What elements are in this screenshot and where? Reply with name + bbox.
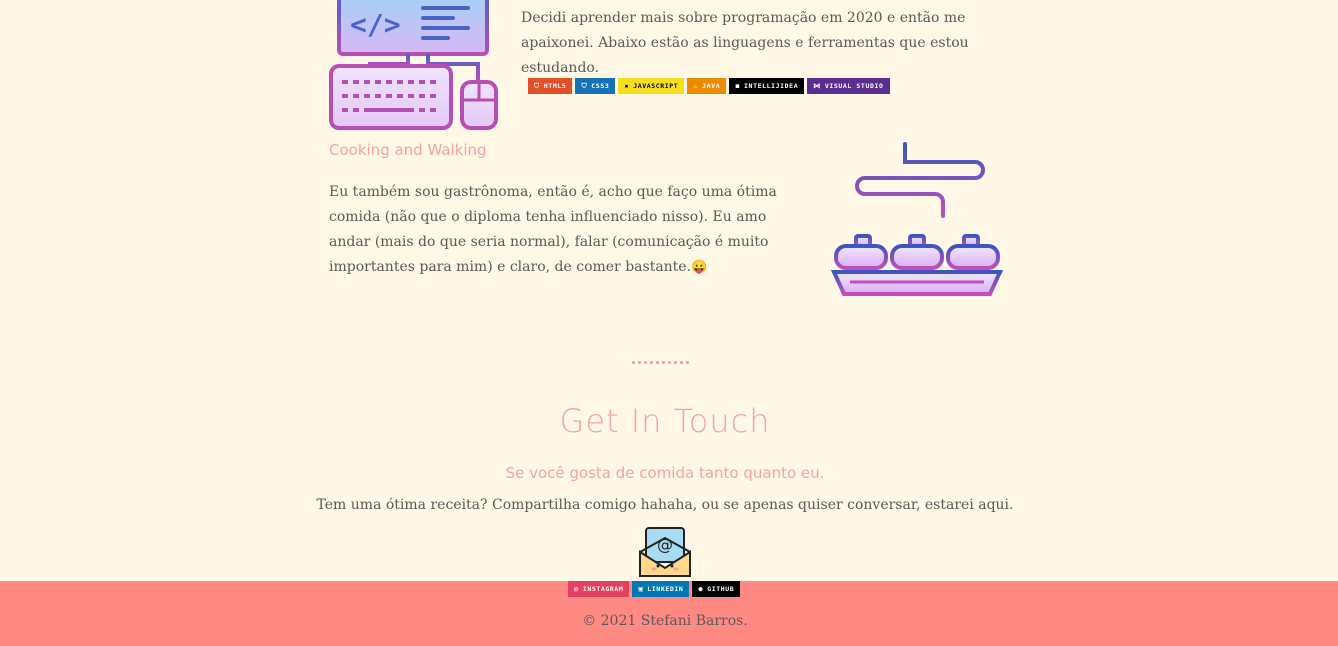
badge-visual-studio[interactable]: ⋈ VISUAL STUDIO [807,78,890,94]
footer: ◎ INSTAGRAM ▣ LINKEDIN ● GITHUB © 2021 S… [0,581,1338,646]
tech-badges: ⛉ HTML5 ⛉ CSS3 ▪ JAVASCRIPT ♨ JAVA ◼ INT… [528,78,890,94]
badge-label: JAVA [702,82,721,90]
contact-title: Get In Touch [559,402,771,440]
linkedin-icon: ▣ [638,584,644,593]
badge-github[interactable]: ● GITHUB [692,581,741,597]
javascript-icon: ▪ [624,81,630,90]
food-platter-illustration-icon [830,142,1004,296]
badge-css3[interactable]: ⛉ CSS3 [575,78,616,94]
badge-label: GITHUB [707,585,735,593]
badge-html5[interactable]: ⛉ HTML5 [528,78,573,94]
github-icon: ● [698,584,704,593]
html5-icon: ⛉ [534,81,540,90]
envelope-icon[interactable]: @ [638,526,692,580]
badge-label: INTELLIJIDEA [744,82,799,90]
contact-paragraph: Tem uma ótima receita? Compartilha comig… [316,497,1014,513]
cooking-text: Eu também sou gastrônoma, então é, acho … [329,184,777,275]
instagram-icon: ◎ [574,584,579,593]
computer-illustration-icon: </> [329,0,498,130]
visual-studio-icon: ⋈ [813,81,821,90]
badge-label: CSS3 [591,82,610,90]
badge-label: JAVASCRIPT [633,82,679,90]
css3-icon: ⛉ [581,81,588,90]
programming-paragraph: Decidi aprender mais sobre programação e… [521,10,969,76]
badge-label: VISUAL STUDIO [824,82,884,90]
copyright: © 2021 Stefani Barros. [582,613,748,629]
social-badges: ◎ INSTAGRAM ▣ LINKEDIN ● GITHUB [568,581,741,597]
badge-intellij[interactable]: ◼ INTELLIJIDEA [729,78,805,94]
section-divider [632,361,689,364]
badge-label: INSTAGRAM [582,585,624,593]
badge-label: LINKEDIN [647,585,684,593]
badge-label: HTML5 [543,82,567,90]
badge-javascript[interactable]: ▪ JAVASCRIPT [618,78,685,94]
badge-java[interactable]: ♨ JAVA [687,78,727,94]
cooking-paragraph: Eu também sou gastrônoma, então é, acho … [329,180,804,280]
contact-subtitle: Se você gosta de comida tanto quanto eu. [505,464,825,482]
tongue-emoji-icon: 😛 [691,260,708,275]
svg-text:</>: </> [350,8,401,41]
cooking-title: Cooking and Walking [329,141,487,159]
badge-linkedin[interactable]: ▣ LINKEDIN [632,581,690,597]
badge-instagram[interactable]: ◎ INSTAGRAM [568,581,630,597]
intellij-icon: ◼ [735,81,741,90]
java-icon: ♨ [693,81,699,90]
